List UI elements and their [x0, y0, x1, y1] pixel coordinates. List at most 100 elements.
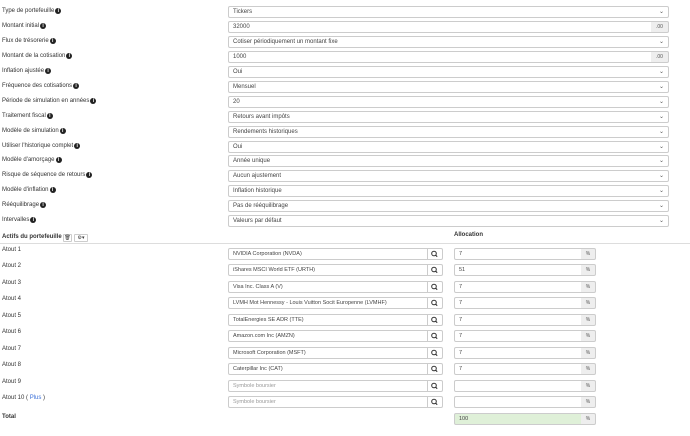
search-button[interactable]: [428, 380, 443, 392]
search-button[interactable]: [428, 264, 443, 276]
setting-select[interactable]: Retours avant impôts ⌄: [228, 111, 669, 123]
setting-select[interactable]: Mensuel ⌄: [228, 81, 669, 93]
info-icon[interactable]: i: [40, 202, 47, 208]
search-icon: [431, 382, 438, 390]
info-icon[interactable]: i: [55, 157, 62, 163]
search-button[interactable]: [428, 347, 443, 359]
setting-label: Montant initial i: [2, 23, 47, 29]
info-icon[interactable]: i: [30, 217, 37, 223]
ticker-input[interactable]: Amazon.com Inc (AMZN): [228, 330, 428, 342]
ticker-input[interactable]: Caterpillar Inc (CAT): [228, 363, 428, 375]
setting-row: Risque de séquence de retours i Aucun ajus…: [0, 169, 690, 184]
gear-dropdown-button[interactable]: ⚙▾: [74, 234, 88, 242]
info-icon[interactable]: i: [66, 53, 73, 59]
setting-label-text: Risque de séquence de retours: [2, 172, 86, 178]
ticker-input[interactable]: TotalEnergies SE ADR (TTE): [228, 314, 428, 326]
setting-label-text: Inflation ajustée: [2, 68, 45, 74]
ticker-input[interactable]: iShares MSCI World ETF (URTH): [228, 264, 428, 276]
setting-label-text: Modèle d'inflation: [2, 187, 49, 193]
search-button[interactable]: [428, 248, 443, 260]
info-icon[interactable]: i: [74, 143, 81, 149]
info-icon[interactable]: i: [40, 23, 47, 29]
trash-button[interactable]: 🗑: [63, 234, 72, 242]
search-icon: [431, 398, 438, 406]
search-icon: [431, 299, 438, 307]
setting-select[interactable]: Aucun ajustement ⌄: [228, 170, 669, 182]
setting-select[interactable]: Cotiser périodiquement un montant fixe ⌄: [228, 36, 669, 48]
total-label: Total: [2, 414, 16, 420]
allocation-input[interactable]: 51: [454, 264, 582, 276]
asset-label-text: Atout 4: [2, 296, 22, 302]
asset-row: Atout 8 Caterpillar Inc (CAT) 7%: [0, 361, 690, 377]
asset-row: Atout 6 Amazon.com Inc (AMZN) 7%: [0, 328, 690, 344]
setting-input[interactable]: 1000: [228, 51, 652, 63]
allocation-input[interactable]: 7: [454, 347, 582, 359]
asset-row: Atout 2 iShares MSCI World ETF (URTH) 51%: [0, 262, 690, 278]
search-button[interactable]: [428, 314, 443, 326]
ticker-input[interactable]: Visa Inc. Class A (V): [228, 281, 428, 293]
search-button[interactable]: [428, 297, 443, 309]
allocation-input[interactable]: 7: [454, 314, 582, 326]
asset-label-text: Atout 2: [2, 263, 22, 269]
setting-select[interactable]: Tickers ⌄: [228, 6, 669, 18]
ticker-input[interactable]: Symbole boursier: [228, 380, 428, 392]
setting-label-text: Montant initial: [2, 23, 40, 29]
allocation-input[interactable]: [454, 396, 582, 408]
info-icon[interactable]: i: [86, 172, 93, 178]
ticker-input[interactable]: Symbole boursier: [228, 396, 428, 408]
setting-label-text: Modèle de simulation: [2, 128, 59, 134]
percent-addon: %: [581, 413, 596, 425]
divider: [0, 243, 690, 244]
asset-label: Atout 6: [2, 329, 21, 335]
ticker-input[interactable]: NVIDIA Corporation (NVDA): [228, 248, 428, 260]
asset-label: Atout 2: [2, 263, 21, 269]
setting-select[interactable]: Rendements historiques ⌄: [228, 126, 669, 138]
info-icon[interactable]: i: [49, 187, 56, 193]
info-icon[interactable]: i: [55, 8, 62, 14]
setting-select[interactable]: Inflation historique ⌄: [228, 185, 669, 197]
allocation-input[interactable]: [454, 380, 582, 392]
chevron-down-icon: ⌄: [658, 69, 664, 75]
ticker-input[interactable]: LVMH Mot Hennessy - Louis Vuitton Socit …: [228, 297, 428, 309]
setting-row: Traitement fiscal i Retours avant impôts ⌄: [0, 110, 690, 125]
setting-row: Inflation ajustée i Oui ⌄: [0, 65, 690, 80]
info-icon[interactable]: i: [45, 68, 52, 74]
setting-select[interactable]: Valeurs par défaut ⌄: [228, 215, 669, 227]
search-button[interactable]: [428, 396, 443, 408]
allocation-input[interactable]: 7: [454, 297, 582, 309]
ticker-input[interactable]: Microsoft Corporation (MSFT): [228, 347, 428, 359]
setting-input[interactable]: 32000: [228, 21, 652, 33]
percent-addon: %: [581, 330, 596, 342]
asset-row: Atout 7 Microsoft Corporation (MSFT) 7%: [0, 345, 690, 361]
plus-link[interactable]: Plus: [30, 395, 42, 401]
allocation-input[interactable]: 7: [454, 363, 582, 375]
search-button[interactable]: [428, 281, 443, 293]
info-icon[interactable]: i: [49, 38, 56, 44]
chevron-down-icon: ⌄: [658, 99, 664, 105]
setting-label-text: Utiliser l'historique complet: [2, 143, 74, 149]
info-icon[interactable]: i: [90, 98, 97, 104]
chevron-down-icon: ⌄: [658, 173, 664, 179]
select-value: Retours avant impôts: [233, 114, 290, 120]
select-value: Mensuel: [233, 84, 256, 90]
setting-select[interactable]: Pas de rééquilibrage ⌄: [228, 200, 669, 212]
search-button[interactable]: [428, 330, 443, 342]
info-icon[interactable]: i: [46, 113, 53, 119]
info-icon[interactable]: i: [73, 83, 80, 89]
setting-select[interactable]: Année unique ⌄: [228, 155, 669, 167]
select-value: Tickers: [233, 9, 253, 15]
setting-select[interactable]: Oui ⌄: [228, 66, 669, 78]
setting-label-text: Flux de trésorerie: [2, 38, 49, 44]
asset-label-text: Atout 7: [2, 346, 22, 352]
setting-select[interactable]: Oui ⌄: [228, 141, 669, 153]
setting-select[interactable]: 20 ⌄: [228, 96, 669, 108]
allocation-input[interactable]: 7: [454, 281, 582, 293]
allocation-input[interactable]: 7: [454, 330, 582, 342]
search-button[interactable]: [428, 363, 443, 375]
allocation-input[interactable]: 7: [454, 248, 582, 260]
search-icon: [431, 283, 438, 291]
info-icon[interactable]: i: [59, 128, 66, 134]
setting-label: Fréquence des cotisations i: [2, 83, 80, 89]
chevron-down-icon: ⌄: [658, 9, 664, 15]
asset-row: Atout 10 ( Plus ) Symbole boursier%: [0, 394, 690, 410]
